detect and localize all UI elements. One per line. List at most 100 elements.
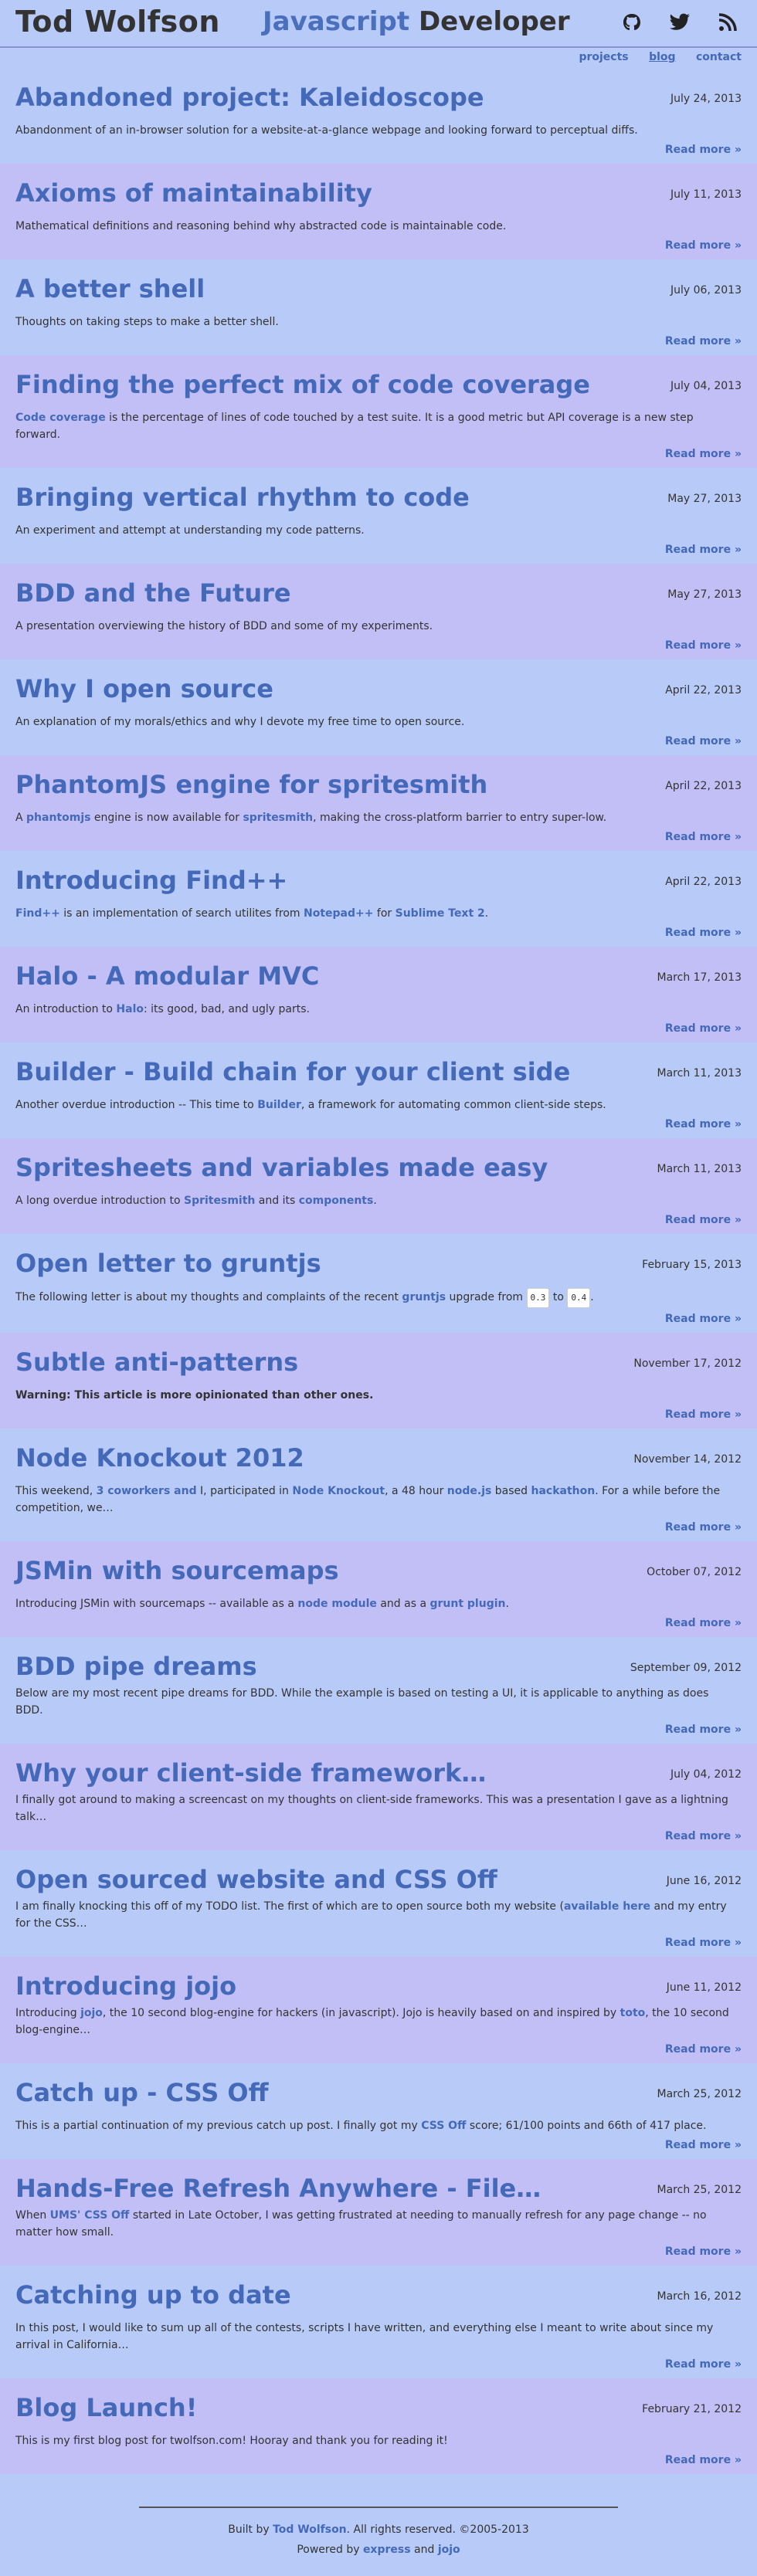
read-more-link[interactable]: Read more » [665,335,742,347]
nav-blog[interactable]: blog [649,51,675,63]
summary-link[interactable]: node.js [447,1485,492,1497]
post-title[interactable]: Catch up - CSS Off [15,2078,269,2107]
post-title[interactable]: Blog Launch! [15,2393,197,2422]
post-item: PhantomJS engine for spritesmith April 2… [0,755,757,851]
post-date: April 22, 2013 [665,684,742,697]
post-title[interactable]: Subtle anti-patterns [15,1347,298,1377]
summary-link[interactable]: hackathon [531,1485,596,1497]
summary-link[interactable]: toto [620,2007,646,2019]
read-more-link[interactable]: Read more » [665,144,742,156]
summary-link[interactable]: jojo [80,2007,103,2019]
read-more-link[interactable]: Read more » [665,2358,742,2371]
post-title[interactable]: Halo - A modular MVC [15,961,319,991]
nav-contact[interactable]: contact [696,51,742,63]
social-icons [620,11,740,34]
post-summary: Find++ is an implementation of search ut… [15,905,742,922]
read-more-link[interactable]: Read more » [665,927,742,939]
read-more-link[interactable]: Read more » [665,735,742,747]
post-title[interactable]: Abandoned project: Kaleidoscope [15,83,484,112]
read-more-link[interactable]: Read more » [665,2454,742,2466]
summary-link[interactable]: node module [297,1598,376,1610]
summary-link[interactable]: Code coverage [15,412,106,424]
post-date: March 11, 2013 [657,1067,742,1080]
post-title[interactable]: Introducing Find++ [15,866,287,895]
summary-link[interactable]: UMS' CSS Off [50,2209,130,2222]
read-more-link[interactable]: Read more » [665,544,742,556]
read-more-link[interactable]: Read more » [665,831,742,843]
summary-link[interactable]: CSS Off [421,2120,466,2132]
rss-icon[interactable] [715,11,740,34]
post-title[interactable]: BDD pipe dreams [15,1652,257,1681]
post-title[interactable]: BDD and the Future [15,578,291,608]
summary-link[interactable]: Spritesmith [184,1195,255,1207]
read-more-link[interactable]: Read more » [665,1214,742,1226]
summary-link[interactable]: Node Knockout [292,1485,385,1497]
summary-link[interactable]: Notepad++ [304,907,373,920]
read-more-link[interactable]: Read more » [665,639,742,652]
read-more-link[interactable]: Read more » [665,1118,742,1130]
summary-link[interactable]: components [299,1195,374,1207]
post-summary: This is my first blog post for twolfson.… [15,2435,448,2447]
post-title[interactable]: Axioms of maintainability [15,178,372,208]
express-link[interactable]: express [363,2544,411,2556]
post-summary: This weekend, 3 coworkers and I, partici… [15,1483,742,1517]
read-more-link[interactable]: Read more » [665,1022,742,1035]
post-title[interactable]: Builder - Build chain for your client si… [15,1057,570,1086]
post-summary: A presentation overviewing the history o… [15,620,433,632]
post-title[interactable]: Catching up to date [15,2280,291,2310]
github-icon[interactable] [620,11,644,34]
post-summary: Below are my most recent pipe dreams for… [15,1687,709,1717]
post-item: Abandoned project: Kaleidoscope July 24,… [0,68,757,164]
read-more-link[interactable]: Read more » [665,2043,742,2056]
post-item: JSMin with sourcemaps October 07, 2012 I… [0,1541,757,1637]
post-title[interactable]: Open letter to gruntjs [15,1249,321,1278]
summary-text: , making the cross-platform barrier to e… [313,812,607,824]
read-more-link[interactable]: Read more » [665,2246,742,2258]
summary-link[interactable]: grunt plugin [429,1598,505,1610]
read-more-link[interactable]: Read more » [665,1937,742,1949]
site-name[interactable]: Tod Wolfson [15,5,220,39]
read-more-link[interactable]: Read more » [665,1408,742,1421]
summary-link[interactable]: Builder [257,1099,301,1111]
nav-projects[interactable]: projects [579,51,628,63]
summary-link[interactable]: Sublime Text 2 [395,907,485,920]
summary-link[interactable]: phantomjs [26,812,90,824]
read-more-link[interactable]: Read more » [665,1724,742,1736]
post-date: February 21, 2012 [642,2403,742,2415]
post-date: July 24, 2013 [670,93,742,105]
read-more-link[interactable]: Read more » [665,1617,742,1629]
post-title[interactable]: Hands-Free Refresh Anywhere - File… [15,2174,541,2203]
jojo-link[interactable]: jojo [438,2544,460,2556]
post-title[interactable]: Spritesheets and variables made easy [15,1153,548,1182]
tagline-highlight: Javascript [263,6,410,37]
summary-link[interactable]: available here [564,1900,650,1913]
version-code: 0.3 [526,1288,550,1308]
post-title[interactable]: PhantomJS engine for spritesmith [15,770,487,799]
main-nav: projects blog contact [0,48,757,68]
post-title[interactable]: Introducing jojo [15,1971,236,2001]
post-title[interactable]: A better shell [15,274,205,303]
post-title[interactable]: Open sourced website and CSS Off [15,1865,497,1894]
post-title[interactable]: Finding the perfect mix of code coverage [15,370,590,399]
footer-text: . All rights reserved. ©2005-2013 [346,2523,529,2536]
read-more-link[interactable]: Read more » [665,1313,742,1325]
read-more-link[interactable]: Read more » [665,1521,742,1534]
footer-author-link[interactable]: Tod Wolfson [273,2523,347,2536]
post-title[interactable]: Why I open source [15,674,273,703]
read-more-link[interactable]: Read more » [665,448,742,460]
post-item: Hands-Free Refresh Anywhere - File… Marc… [0,2159,757,2266]
read-more-link[interactable]: Read more » [665,239,742,252]
post-title[interactable]: JSMin with sourcemaps [15,1556,339,1585]
summary-link[interactable]: Halo [116,1003,144,1015]
summary-link[interactable]: spritesmith [243,812,313,824]
read-more-link[interactable]: Read more » [665,2139,742,2151]
post-title[interactable]: Node Knockout 2012 [15,1443,304,1473]
twitter-icon[interactable] [667,11,692,34]
read-more-link[interactable]: Read more » [665,1830,742,1842]
summary-link[interactable]: 3 coworkers and [97,1485,197,1497]
post-date: June 11, 2012 [666,1981,742,1994]
post-title[interactable]: Why your client-side framework… [15,1758,486,1788]
post-title[interactable]: Bringing vertical rhythm to code [15,483,470,512]
summary-link[interactable]: Find++ [15,907,60,920]
summary-link[interactable]: gruntjs [402,1291,446,1303]
